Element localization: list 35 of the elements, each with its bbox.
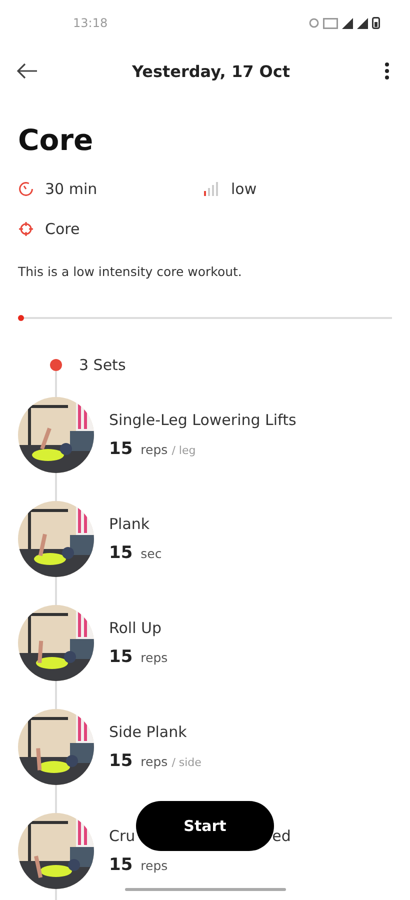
start-button[interactable]: Start (136, 801, 274, 851)
header-title: Yesterday, 17 Oct (132, 62, 290, 80)
target-icon (18, 221, 34, 237)
exercise-unit: sec (140, 546, 162, 561)
exercise-name: Side Plank (109, 723, 187, 741)
exercise-amount: 15 (109, 647, 133, 667)
focus-text: Core (45, 220, 80, 238)
exercise-name: Plank (109, 515, 150, 533)
back-arrow-icon[interactable] (16, 63, 38, 79)
exercise-amount: 15 (109, 543, 133, 563)
more-menu-icon[interactable] (384, 62, 390, 80)
battery-icon (372, 17, 380, 29)
exercise-amount: 15 (109, 439, 133, 459)
exercise-per: / side (172, 756, 202, 769)
workout-description: This is a low intensity core workout. (18, 264, 243, 279)
exercise-name: Single-Leg Lowering Lifts (109, 411, 296, 429)
exercise-name: Roll Up (109, 619, 162, 637)
exercise-per: / leg (172, 444, 196, 457)
sets-label: 3 Sets (79, 356, 126, 374)
intensity-text: low (231, 180, 257, 198)
status-time: 13:18 (73, 16, 108, 30)
exercise-unit: reps (140, 858, 168, 873)
duration-text: 30 min (45, 180, 98, 198)
exercise-unit: reps (140, 442, 168, 457)
exercise-name: Cru (109, 827, 136, 845)
workout-title: Core (18, 122, 94, 159)
exercise-unit: reps (140, 650, 168, 665)
signal-icon (342, 18, 353, 28)
signal-icon (357, 18, 368, 28)
exercise-name: ed (272, 827, 291, 845)
exercise-amount: 15 (109, 751, 133, 771)
exercise-amount: 15 (109, 855, 133, 875)
timeline-dot (50, 359, 62, 371)
timer-icon (18, 181, 34, 197)
exercise-unit: reps (140, 754, 168, 769)
